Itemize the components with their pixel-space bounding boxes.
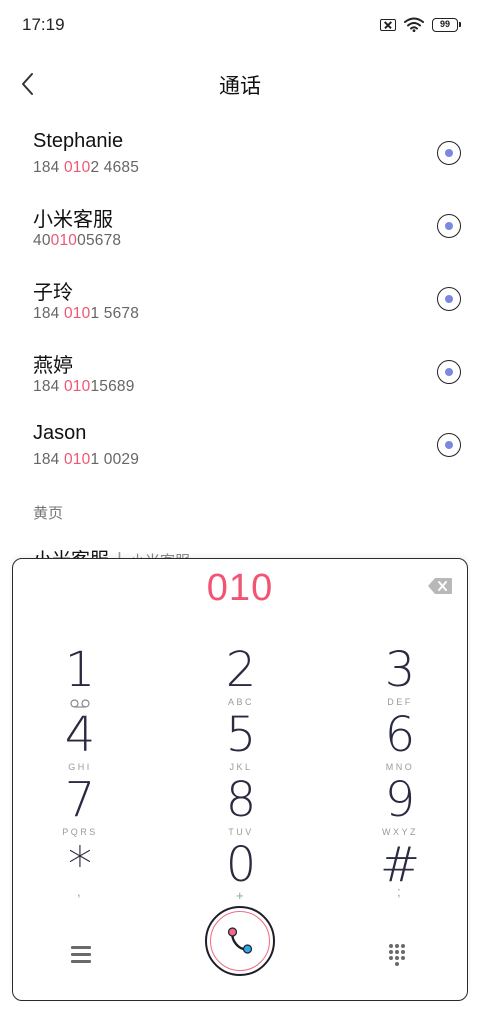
contact-detail-button[interactable] (437, 214, 461, 238)
key-4[interactable]: 4 GHI (20, 710, 140, 774)
key-8[interactable]: 8 TUV (181, 775, 301, 839)
contact-name: Jason (33, 422, 87, 444)
wifi-icon (404, 17, 424, 32)
contact-name: Stephanie (33, 130, 124, 152)
contact-detail-button[interactable] (437, 433, 461, 457)
key-star[interactable]: * , (20, 840, 140, 904)
menu-icon (71, 946, 91, 949)
backspace-button[interactable] (427, 577, 453, 595)
contact-number: 184 0101 5678 (33, 305, 140, 322)
dialpad-panel: 010 1 2 ABC 3 DEF 4 GHI 5 JKL 6 MNO 7 PQ… (12, 558, 468, 1001)
contact-number: 184 0101 0029 (33, 451, 140, 468)
phone-icon (227, 927, 253, 954)
keypad-toggle-button[interactable] (389, 944, 409, 966)
contact-number: 184 01015689 (33, 378, 135, 395)
contact-number: 4001005678 (33, 232, 122, 249)
key-1[interactable]: 1 (20, 645, 140, 709)
call-button[interactable] (205, 906, 275, 976)
dialpad-bottom-bar (13, 906, 467, 1000)
yellow-pages-section-label: 黄页 (33, 505, 64, 522)
page-title: 通话 (219, 75, 261, 98)
backspace-icon (428, 578, 452, 594)
key-7[interactable]: 7 PQRS (20, 775, 140, 839)
contact-detail-button[interactable] (437, 141, 461, 165)
contact-row[interactable]: Stephanie 184 0102 4685 (0, 118, 480, 191)
header: 通话 (0, 52, 480, 116)
key-6[interactable]: 6 MNO (340, 710, 460, 774)
contact-row[interactable]: 小米客服 4001005678 (0, 191, 480, 264)
key-9[interactable]: 9 WXYZ (340, 775, 460, 839)
contact-name: 子玲 (33, 282, 73, 304)
battery-indicator: 99 (432, 17, 461, 32)
menu-button[interactable] (71, 946, 93, 964)
contact-name: 燕婷 (33, 355, 73, 377)
contact-name: 小米客服 (33, 209, 113, 231)
contact-row[interactable]: 子玲 184 0101 5678 (0, 264, 480, 337)
dialer-screen: 17:19 99 通话 Stephanie 184 0102 4685 小米客服… (0, 0, 480, 1013)
status-time: 17:19 (22, 15, 65, 34)
key-2[interactable]: 2 ABC (181, 645, 301, 709)
key-0[interactable]: 0 + (181, 840, 301, 904)
key-3[interactable]: 3 DEF (340, 645, 460, 709)
status-bar: 17:19 99 (0, 0, 480, 52)
key-hash[interactable]: # ; (340, 840, 460, 904)
status-icons: 99 (380, 17, 461, 32)
contact-detail-button[interactable] (437, 287, 461, 311)
contact-detail-button[interactable] (437, 360, 461, 384)
contact-list: Stephanie 184 0102 4685 小米客服 4001005678 … (0, 118, 480, 483)
contact-row[interactable]: 燕婷 184 01015689 (0, 337, 480, 410)
key-5[interactable]: 5 JKL (181, 710, 301, 774)
dialed-number: 010 (206, 567, 274, 609)
contact-number: 184 0102 4685 (33, 159, 140, 176)
contact-row[interactable]: Jason 184 0101 0029 (0, 410, 480, 483)
no-sim-icon (380, 18, 396, 31)
